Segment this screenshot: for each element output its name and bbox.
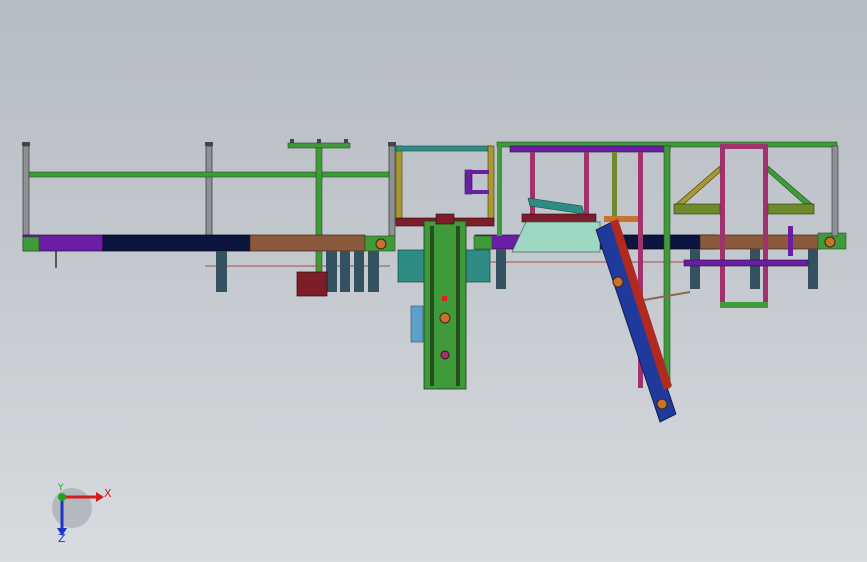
lift-inner-rail-l: [430, 226, 434, 386]
conveyor-end-block-left: [22, 236, 40, 252]
tower-purple-stub: [788, 226, 793, 256]
y-axis-arrow-icon: [58, 493, 66, 501]
lift-pulley-mid: [440, 350, 450, 360]
pulley-left-mid: [375, 238, 387, 250]
cad-drawing: X Y Z: [22, 139, 847, 545]
leg: [326, 251, 337, 292]
leg: [354, 251, 364, 292]
y-axis-label: Y: [57, 483, 64, 493]
left-post-2: [205, 145, 213, 237]
lift-inner-rail-r: [456, 226, 460, 386]
t-frame-stem: [315, 147, 323, 274]
leg: [750, 249, 760, 289]
mint-hopper: [511, 221, 601, 253]
vertical-lift-column[interactable]: [410, 213, 467, 390]
center-bracket-c-bot: [465, 190, 489, 194]
tower-bottom: [720, 302, 768, 308]
right-purple-beam: [509, 145, 671, 153]
center-right-post: [487, 145, 495, 223]
t-cap-b: [344, 139, 348, 143]
post-cap-3: [388, 142, 396, 146]
leg: [808, 249, 818, 289]
right-post-olive-1: [612, 152, 617, 222]
t-cap-a: [290, 139, 294, 143]
lift-pulley-top: [439, 312, 451, 324]
leg: [368, 251, 379, 292]
cad-viewport[interactable]: X Y Z: [0, 0, 867, 562]
conveyor-brown-left: [249, 234, 366, 252]
lift-red-marker: [442, 296, 447, 301]
post-cap-2: [205, 142, 213, 146]
right-post-a: [497, 146, 502, 236]
coordinate-triad: X Y Z: [52, 483, 112, 545]
x-axis-arrowhead: [96, 492, 104, 502]
z-axis-label: Z: [58, 532, 66, 545]
left-post-1: [22, 145, 30, 237]
conveyor-brown-right: [699, 234, 821, 250]
leg: [496, 249, 506, 289]
leg: [690, 249, 700, 289]
triad-origin-shadow: [52, 488, 92, 528]
brace-right: [767, 165, 813, 205]
post-cap-1: [22, 142, 30, 146]
right-post-magenta-2: [584, 152, 589, 214]
center-left-post: [395, 145, 403, 223]
brace-shelf-left: [673, 203, 721, 215]
motor-block: [296, 271, 328, 297]
center-top-rail: [395, 145, 493, 152]
tower-right-post: [763, 144, 768, 308]
center-bracket-c-top: [465, 170, 489, 174]
leg: [216, 251, 227, 292]
brace-shelf-right: [767, 203, 815, 215]
pulley-right: [824, 236, 836, 248]
orange-small-plate: [604, 216, 638, 222]
lift-carriage: [435, 213, 455, 225]
brace-left: [675, 165, 721, 205]
right-post-green-long: [663, 145, 671, 389]
tower-lower-crossbar: [683, 259, 809, 267]
right-crossbar-brown: [521, 213, 597, 223]
left-frame[interactable]: [22, 139, 396, 274]
tilted-plate: [527, 197, 585, 215]
incline-pulley-top: [612, 276, 624, 288]
conveyor-end-block-mid2: [473, 235, 493, 250]
tower-left-post: [720, 144, 725, 308]
lift-blue-panel: [410, 305, 424, 343]
t-frame-top: [287, 142, 351, 149]
leg: [340, 251, 350, 292]
left-top-rail: [28, 171, 390, 178]
conveyor-navy-left: [102, 234, 251, 252]
x-axis-label: X: [104, 487, 112, 500]
right-end-post: [831, 145, 839, 237]
tower-top: [720, 144, 768, 149]
incline-pulley-bottom: [656, 398, 668, 410]
t-cap-c: [317, 139, 321, 143]
left-post-3: [388, 145, 396, 237]
